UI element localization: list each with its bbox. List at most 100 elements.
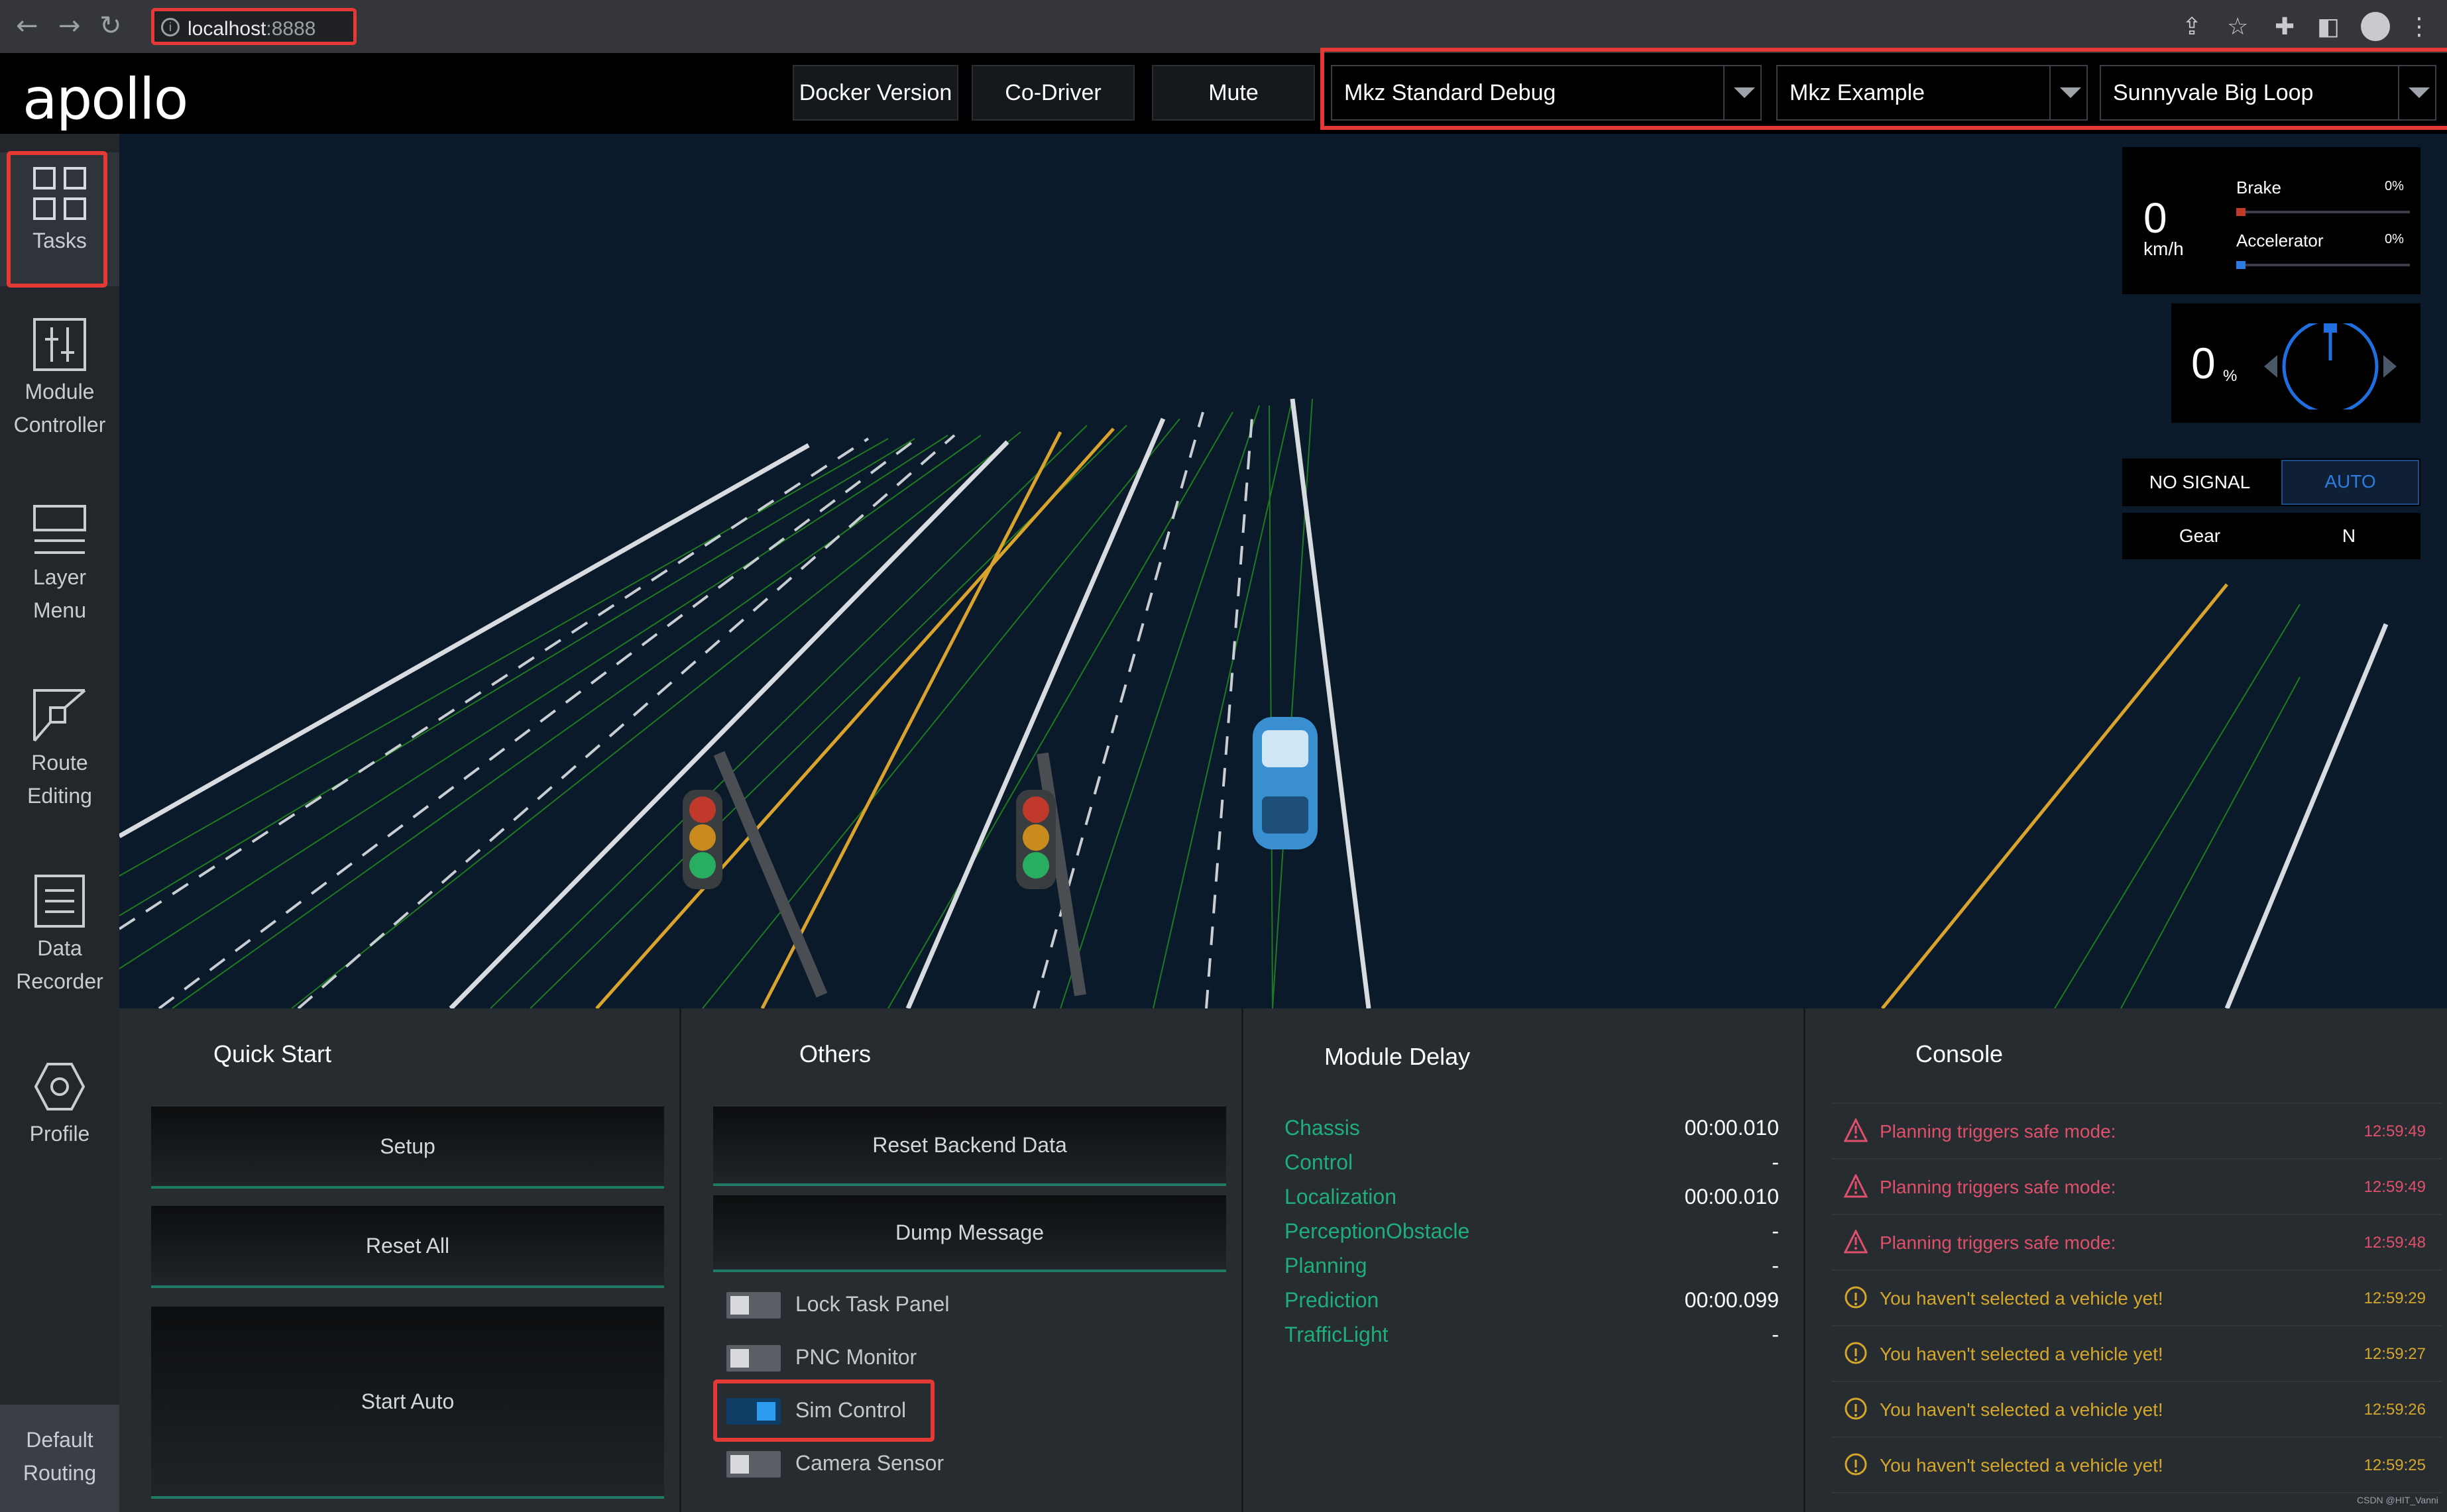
sidebar-item-data-recorder[interactable]: Data Recorder bbox=[0, 873, 119, 998]
sidebar-item-label: Profile bbox=[29, 1122, 90, 1146]
console-timestamp: 12:59:49 bbox=[2363, 1178, 2426, 1196]
module-delay-title: Module Delay bbox=[1324, 1043, 1471, 1070]
road-scene bbox=[118, 398, 2389, 1010]
sliders-icon bbox=[33, 318, 86, 371]
forward-icon[interactable]: → bbox=[58, 11, 81, 41]
map-select[interactable]: Sunnyvale Big Loop bbox=[2100, 65, 2436, 121]
tasks-highlight bbox=[7, 151, 107, 288]
console-timestamp: 12:59:29 bbox=[2363, 1289, 2426, 1307]
dump-message-button[interactable]: Dump Message bbox=[713, 1195, 1226, 1272]
module-delay-name: Prediction bbox=[1284, 1288, 1379, 1312]
accelerator-value: 0% bbox=[2385, 232, 2404, 246]
sidebar-item-profile[interactable]: Profile bbox=[0, 1059, 119, 1150]
console-row: Planning triggers safe mode: 12:59:48 bbox=[1832, 1215, 2442, 1271]
chevron-down-icon bbox=[2398, 66, 2435, 119]
vehicle-value: Mkz Example bbox=[1790, 80, 1925, 105]
sidebar-item-label: Route bbox=[31, 751, 88, 775]
brake-bar-track bbox=[2236, 211, 2410, 213]
apollo-logo: apollo bbox=[23, 66, 188, 133]
driving-mode-badge: AUTO bbox=[2281, 460, 2419, 505]
console-message: Planning triggers safe mode: bbox=[1880, 1121, 2116, 1142]
console-title: Console bbox=[1915, 1040, 2004, 1067]
steering-wheel-icon bbox=[2264, 323, 2397, 409]
sidebar-item-label: Module bbox=[25, 380, 95, 404]
docker-version-button[interactable]: Docker Version bbox=[793, 65, 958, 121]
default-routing-label: Default bbox=[26, 1428, 93, 1452]
console-timestamp: 12:59:27 bbox=[2363, 1345, 2426, 1363]
lock-task-panel-toggle[interactable] bbox=[726, 1292, 781, 1319]
vehicle-select[interactable]: Mkz Example bbox=[1776, 65, 2088, 121]
alert-circle-icon bbox=[1845, 1286, 1867, 1309]
steering-unit: % bbox=[2223, 367, 2238, 385]
mute-button[interactable]: Mute bbox=[1152, 65, 1315, 121]
browser-toolbar: ← → ↻ i localhost:8888 ⇪ ☆ ✚ ◧ ⋮ bbox=[0, 0, 2447, 53]
reset-backend-data-button[interactable]: Reset Backend Data bbox=[713, 1107, 1226, 1186]
gear-value: N bbox=[2342, 525, 2356, 546]
address-bar[interactable]: i localhost:8888 bbox=[151, 8, 357, 45]
traffic-light-left bbox=[683, 751, 828, 998]
sim-control-toggle[interactable] bbox=[726, 1398, 781, 1425]
console-timestamp: 12:59:25 bbox=[2363, 1456, 2426, 1474]
pnc-monitor-label: PNC Monitor bbox=[795, 1345, 917, 1369]
sidebar-item-label: Data bbox=[37, 936, 82, 960]
share-icon[interactable]: ⇪ bbox=[2182, 13, 2202, 40]
site-info-icon[interactable]: i bbox=[161, 18, 180, 36]
module-delay-name: Control bbox=[1284, 1150, 1353, 1174]
side-panel-icon[interactable]: ◧ bbox=[2317, 13, 2340, 40]
pnc-monitor-toggle[interactable] bbox=[726, 1345, 781, 1372]
turn-signal-status: NO SIGNAL bbox=[2149, 472, 2251, 492]
module-delay-name: Localization bbox=[1284, 1185, 1396, 1209]
module-delay-name: Planning bbox=[1284, 1254, 1367, 1277]
console-message: Planning triggers safe mode: bbox=[1880, 1232, 2116, 1253]
console-message: You haven't selected a vehicle yet! bbox=[1880, 1399, 2163, 1420]
warning-triangle-icon bbox=[1844, 1118, 1868, 1142]
hexagon-icon bbox=[34, 1063, 85, 1110]
sidebar-item-layer-menu[interactable]: Layer Menu bbox=[0, 502, 119, 627]
console-row: You haven't selected a vehicle yet! 12:59… bbox=[1832, 1438, 2442, 1493]
console-message: You haven't selected a vehicle yet! bbox=[1880, 1344, 2163, 1364]
alert-circle-icon bbox=[1845, 1453, 1867, 1476]
sidebar-item-label: Layer bbox=[32, 565, 87, 589]
accelerator-label: Accelerator bbox=[2236, 231, 2324, 250]
back-icon[interactable]: ← bbox=[16, 11, 38, 41]
co-driver-button[interactable]: Co-Driver bbox=[972, 65, 1135, 121]
sidebar-item-label: Editing bbox=[27, 784, 92, 808]
document-icon bbox=[34, 875, 85, 928]
extensions-icon[interactable]: ✚ bbox=[2275, 13, 2295, 40]
module-delay-value: 00:00.010 bbox=[1684, 1116, 1779, 1140]
sidebar-item-module-controller[interactable]: Module Controller bbox=[0, 317, 119, 441]
console-row: You haven't selected a vehicle yet! 12:59… bbox=[1832, 1271, 2442, 1326]
bookmark-star-icon[interactable]: ☆ bbox=[2227, 13, 2248, 40]
console-timestamp: 12:59:49 bbox=[2363, 1122, 2426, 1140]
reload-icon[interactable]: ↻ bbox=[99, 11, 122, 41]
sidebar-item-label: Recorder bbox=[16, 969, 103, 993]
camera-sensor-toggle[interactable] bbox=[726, 1451, 781, 1478]
url-text: localhost:8888 bbox=[188, 18, 316, 40]
start-auto-button[interactable]: Start Auto bbox=[151, 1307, 664, 1499]
console-timestamp: 12:59:26 bbox=[2363, 1401, 2426, 1419]
sidebar-item-route-editing[interactable]: Route Editing bbox=[0, 688, 119, 812]
ego-vehicle bbox=[1253, 717, 1318, 849]
module-delay-name: PerceptionObstacle bbox=[1284, 1219, 1470, 1243]
sim-control-label: Sim Control bbox=[795, 1398, 907, 1422]
hmi-mode-select[interactable]: Mkz Standard Debug bbox=[1331, 65, 1762, 121]
accelerator-bar-track bbox=[2236, 264, 2410, 266]
gear-label: Gear bbox=[2179, 525, 2221, 546]
more-menu-icon[interactable]: ⋮ bbox=[2407, 13, 2431, 40]
module-delay-value: - bbox=[1772, 1219, 1779, 1243]
reset-all-button[interactable]: Reset All bbox=[151, 1206, 664, 1288]
scene-viewport[interactable] bbox=[118, 134, 2447, 1010]
toggle-knob bbox=[730, 1349, 749, 1368]
setup-button[interactable]: Setup bbox=[151, 1107, 664, 1189]
console-row: You haven't selected a vehicle yet! 12:59… bbox=[1832, 1382, 2442, 1438]
brake-value: 0% bbox=[2385, 179, 2404, 193]
console-message: You haven't selected a vehicle yet! bbox=[1880, 1455, 2163, 1476]
default-routing-button[interactable]: Default Routing bbox=[0, 1405, 119, 1512]
console-message: Planning triggers safe mode: bbox=[1880, 1177, 2116, 1197]
speed-value: 0 bbox=[2143, 194, 2167, 242]
accelerator-bar-fill bbox=[2236, 261, 2246, 269]
profile-avatar-icon[interactable] bbox=[2361, 12, 2390, 41]
steering-value: 0 bbox=[2191, 339, 2216, 388]
module-delay-value: - bbox=[1772, 1323, 1779, 1346]
module-delay-value: 00:00.099 bbox=[1684, 1288, 1779, 1312]
